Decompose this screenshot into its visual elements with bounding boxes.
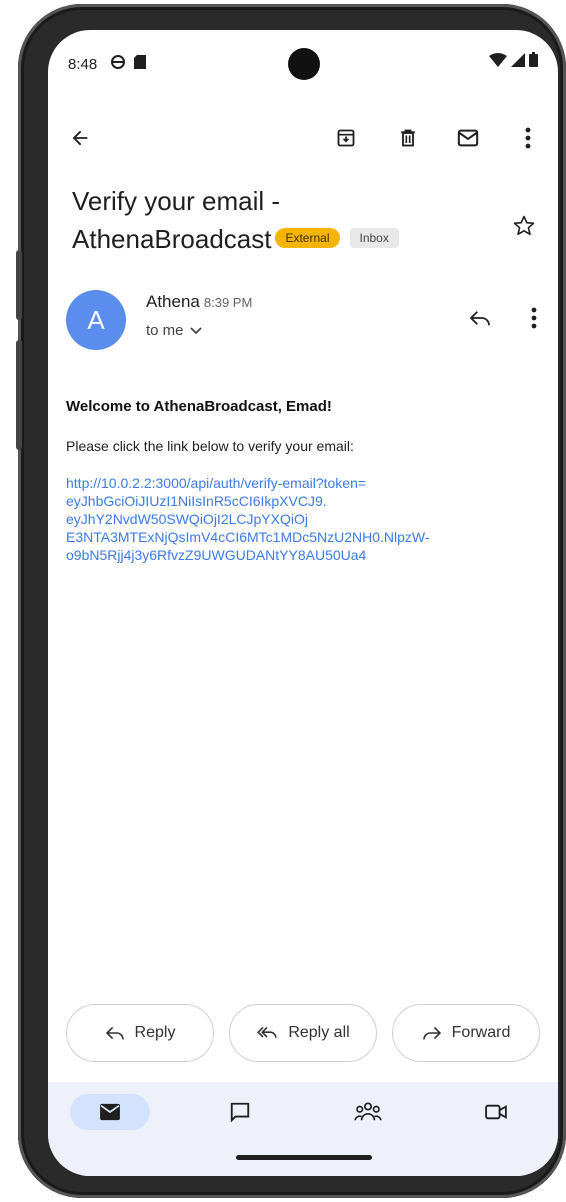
sent-time: 8:39 PM xyxy=(203,295,253,310)
forward-label: Forward xyxy=(451,1024,511,1041)
star-button[interactable] xyxy=(504,206,544,246)
reply-label: Reply xyxy=(134,1024,176,1041)
reply-all-icon xyxy=(257,1026,277,1038)
bottom-navigation xyxy=(48,1082,558,1176)
sender-name: Athena xyxy=(146,292,200,311)
mail-icon xyxy=(457,129,479,147)
subject-line-2: AthenaBroadcast xyxy=(72,224,272,254)
external-badge: External xyxy=(275,228,340,249)
link-line: E3NTA3MTExNjQsImV4cCI6MTc1MDc5NzU2NH0.Nl… xyxy=(66,529,430,545)
sd-card-icon xyxy=(134,55,146,69)
inbox-label[interactable]: Inbox xyxy=(349,228,399,249)
screen: 8:48 Verify your email - AthenaBroadcast… xyxy=(48,30,558,1176)
recipient-toggle[interactable]: to me xyxy=(146,322,202,339)
more-options-button[interactable] xyxy=(508,118,548,158)
battery-icon xyxy=(529,52,538,67)
arrow-back-icon xyxy=(72,130,88,146)
forward-icon xyxy=(422,1026,441,1040)
top-app-bar xyxy=(48,118,558,166)
volume-button xyxy=(16,250,22,320)
video-camera-icon xyxy=(485,1104,507,1120)
back-button[interactable] xyxy=(60,118,100,158)
chevron-down-icon xyxy=(189,326,202,334)
more-vert-icon xyxy=(525,127,531,149)
link-line: eyJhbGciOiJIUzI1NiIsInR5cCI6IkpXVCJ9. xyxy=(66,493,327,509)
gesture-navigation-bar[interactable] xyxy=(236,1155,372,1160)
reply-all-button[interactable]: Reply all xyxy=(229,1004,377,1062)
vpn-icon xyxy=(111,55,125,69)
avatar[interactable]: A xyxy=(66,290,126,350)
body-heading: Welcome to AthenaBroadcast, Emad! xyxy=(66,398,332,415)
archive-button[interactable] xyxy=(326,118,366,158)
nav-chat[interactable] xyxy=(200,1094,280,1130)
mark-unread-button[interactable] xyxy=(448,118,488,158)
reply-icon-button[interactable] xyxy=(460,298,500,338)
sender-info: Athena 8:39 PM xyxy=(146,292,252,312)
wifi-icon xyxy=(489,52,507,67)
power-button xyxy=(16,340,22,450)
link-line: http://10.0.2.2:3000/api/auth/verify-ema… xyxy=(66,475,367,491)
recipient-label: to me xyxy=(146,322,184,339)
reply-icon xyxy=(105,1026,124,1040)
reply-icon xyxy=(469,311,490,326)
star-icon xyxy=(513,215,535,236)
link-line: o9bN5Rjj4j3y6RfvzZ9UWGUDANtYY8AU50Ua4 xyxy=(66,547,367,563)
body-text: Please click the link below to verify yo… xyxy=(66,438,354,454)
forward-button[interactable]: Forward xyxy=(392,1004,540,1062)
archive-icon xyxy=(337,129,355,147)
mail-icon xyxy=(100,1103,120,1121)
email-subject: Verify your email - AthenaBroadcast Exter… xyxy=(72,182,492,258)
trash-icon xyxy=(401,129,415,147)
reply-all-label: Reply all xyxy=(288,1024,350,1041)
subject-line-1: Verify your email - xyxy=(72,186,281,216)
chat-icon xyxy=(230,1102,250,1123)
delete-button[interactable] xyxy=(388,118,428,158)
more-vert-icon xyxy=(531,307,537,329)
message-more-button[interactable] xyxy=(514,298,554,338)
reply-actions: Reply Reply all Forward xyxy=(66,1004,540,1062)
link-line: eyJhY2NvdW50SWQiOjI2LCJpYXQiOj xyxy=(66,511,308,527)
signal-icon xyxy=(511,52,525,67)
status-time: 8:48 xyxy=(68,56,98,73)
nav-mail[interactable] xyxy=(70,1094,150,1130)
nav-meet[interactable] xyxy=(456,1094,536,1130)
people-icon xyxy=(354,1102,382,1121)
reply-button[interactable]: Reply xyxy=(66,1004,214,1062)
nav-spaces[interactable] xyxy=(328,1094,408,1130)
status-bar: 8:48 xyxy=(48,30,558,100)
front-camera xyxy=(288,48,320,80)
verify-link[interactable]: http://10.0.2.2:3000/api/auth/verify-ema… xyxy=(66,474,526,564)
